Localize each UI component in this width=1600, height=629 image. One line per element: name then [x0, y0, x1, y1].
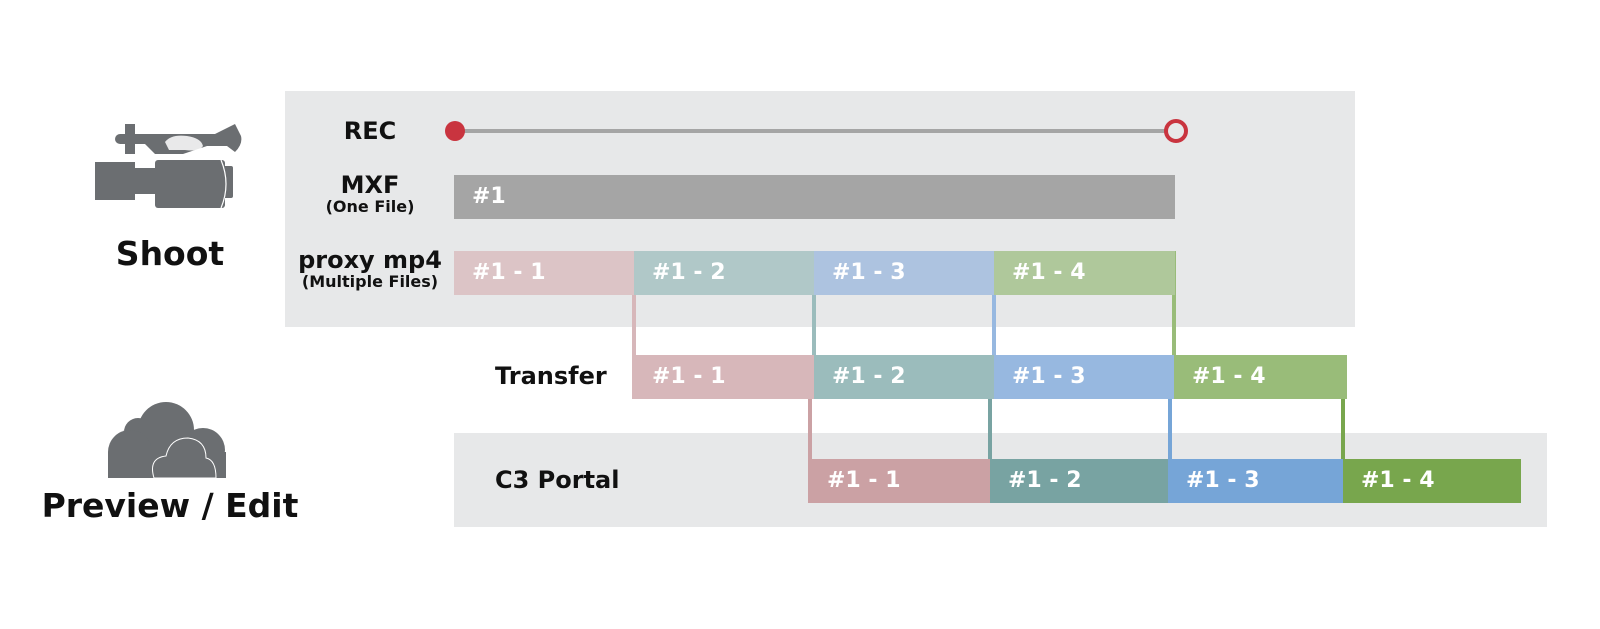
- video-camera-icon: [95, 124, 242, 208]
- transfer-segment: #1 - 3: [994, 355, 1174, 399]
- proxy-segment: #1 - 2: [634, 251, 814, 295]
- shoot-title: Shoot: [115, 234, 225, 273]
- mxf-file-bar: #1: [454, 175, 1175, 219]
- proxy-segment: #1 - 1: [454, 251, 634, 295]
- rec-label: REC: [343, 117, 397, 145]
- c3-segment: #1 - 1: [809, 459, 990, 503]
- transfer-segment: #1 - 1: [634, 355, 814, 399]
- proxy-sublabel: (Multiple Files): [301, 272, 439, 291]
- c3-portal-label: C3 Portal: [495, 466, 620, 494]
- proxy-label: proxy mp4 (Multiple Files): [290, 247, 450, 291]
- rec-end-circle: [1164, 119, 1188, 143]
- rec-start-dot: [445, 121, 465, 141]
- mxf-label: MXF (One File): [300, 172, 440, 216]
- preview-edit-title: Preview / Edit: [41, 486, 299, 525]
- c3-segment: #1 - 3: [1168, 459, 1343, 503]
- proxy-segment: #1 - 3: [814, 251, 994, 295]
- transfer-segment: #1 - 2: [814, 355, 994, 399]
- mxf-title: MXF: [340, 171, 400, 199]
- proxy-title: proxy mp4: [298, 246, 442, 274]
- proxy-segment: #1 - 4: [994, 251, 1175, 295]
- transfer-segment: #1 - 4: [1174, 355, 1347, 399]
- mxf-sublabel: (One File): [325, 197, 415, 216]
- c3-segment: #1 - 4: [1343, 459, 1521, 503]
- rec-timeline-line: [455, 129, 1175, 133]
- transfer-label: Transfer: [495, 362, 607, 390]
- cloud-icon: [108, 402, 226, 479]
- c3-segment: #1 - 2: [990, 459, 1168, 503]
